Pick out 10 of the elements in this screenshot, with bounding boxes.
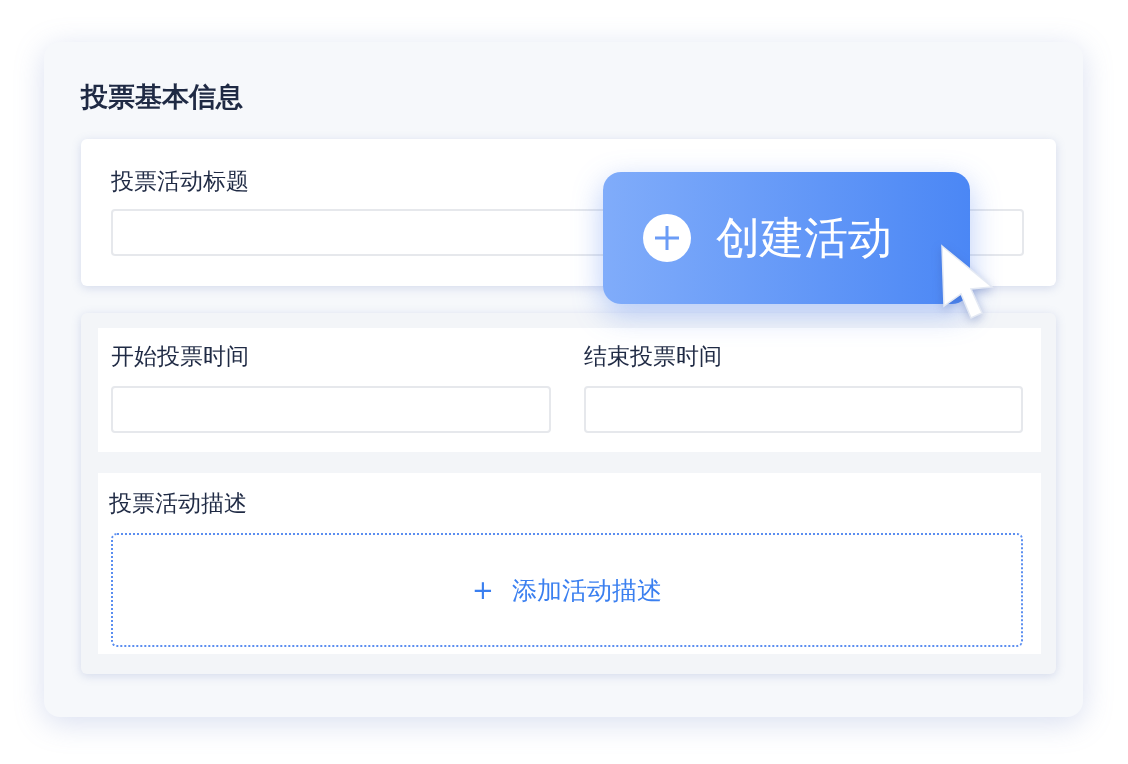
plus-icon (642, 213, 692, 263)
field-label: 投票活动描述 (109, 489, 247, 518)
field-label: 投票活动标题 (111, 167, 249, 196)
input-field[interactable] (583, 386, 1023, 433)
input-field[interactable] (111, 386, 551, 433)
field-label: 开始投票时间 (111, 342, 249, 371)
add-description-button[interactable]: + 添加活动描述 (111, 533, 1023, 647)
field-label: 结束投票时间 (583, 342, 722, 371)
section-title: 投票基本信息 (81, 80, 243, 114)
create-activity-button[interactable]: 创建活动 (603, 172, 970, 304)
